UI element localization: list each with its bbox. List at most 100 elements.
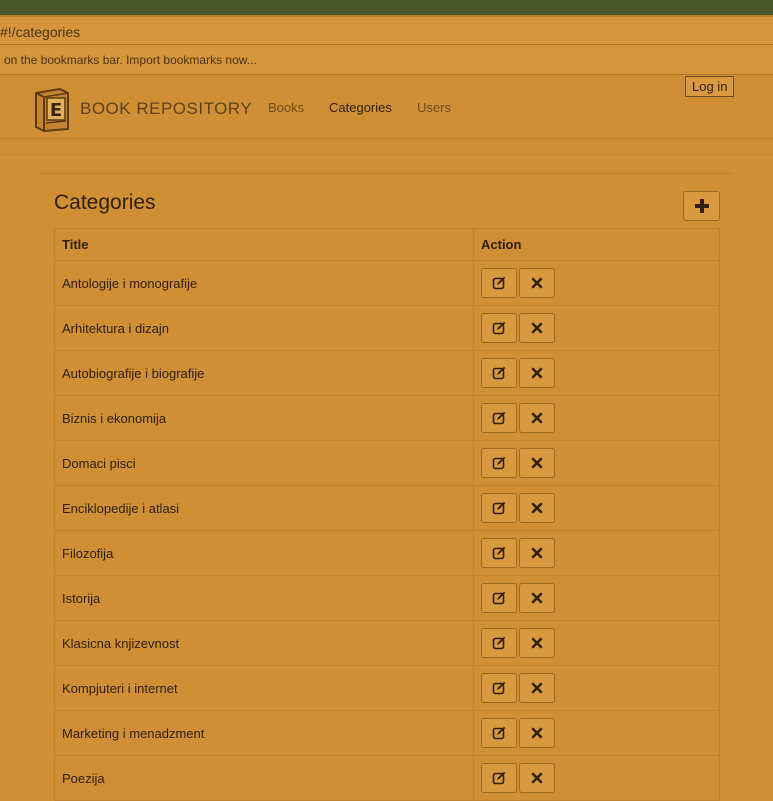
row-actions bbox=[473, 665, 720, 711]
row-actions bbox=[473, 710, 720, 756]
table-row: Istorija bbox=[54, 575, 720, 621]
delete-icon bbox=[531, 547, 543, 559]
category-title: Arhitektura i dizajn bbox=[54, 305, 474, 351]
table-row: Arhitektura i dizajn bbox=[54, 305, 720, 351]
delete-button[interactable] bbox=[519, 673, 555, 703]
delete-icon bbox=[531, 592, 543, 604]
table-row: Domaci pisci bbox=[54, 440, 720, 486]
table-row: Marketing i menadzment bbox=[54, 710, 720, 756]
delete-button[interactable] bbox=[519, 403, 555, 433]
row-actions bbox=[473, 260, 720, 306]
address-url[interactable]: #!/categories bbox=[0, 24, 80, 40]
delete-icon bbox=[531, 727, 543, 739]
edit-icon bbox=[492, 591, 506, 605]
nav-link-categories[interactable]: Categories bbox=[329, 100, 392, 115]
table-row: Autobiografije i biografije bbox=[54, 350, 720, 396]
plus-icon bbox=[694, 199, 709, 213]
categories-table: Title Action Antologije i monografije Arh… bbox=[54, 228, 720, 801]
delete-icon bbox=[531, 412, 543, 424]
delete-button[interactable] bbox=[519, 268, 555, 298]
delete-icon bbox=[531, 367, 543, 379]
edit-icon bbox=[492, 636, 506, 650]
table-row: Biznis i ekonomija bbox=[54, 395, 720, 441]
add-category-button[interactable] bbox=[683, 191, 720, 221]
delete-button[interactable] bbox=[519, 628, 555, 658]
delete-icon bbox=[531, 637, 543, 649]
book-logo-icon[interactable]: E bbox=[30, 85, 74, 133]
edit-button[interactable] bbox=[481, 313, 517, 343]
delete-button[interactable] bbox=[519, 583, 555, 613]
divider bbox=[40, 173, 733, 174]
category-title: Kompjuteri i internet bbox=[54, 665, 474, 711]
row-actions bbox=[473, 620, 720, 666]
delete-button[interactable] bbox=[519, 718, 555, 748]
edit-button[interactable] bbox=[481, 403, 517, 433]
delete-button[interactable] bbox=[519, 493, 555, 523]
edit-button[interactable] bbox=[481, 673, 517, 703]
edit-icon bbox=[492, 501, 506, 515]
table-row: Enciklopedije i atlasi bbox=[54, 485, 720, 531]
row-actions bbox=[473, 755, 720, 801]
edit-button[interactable] bbox=[481, 448, 517, 478]
edit-icon bbox=[492, 411, 506, 425]
row-actions bbox=[473, 485, 720, 531]
table-row: Antologije i monografije bbox=[54, 260, 720, 306]
delete-button[interactable] bbox=[519, 538, 555, 568]
delete-icon bbox=[531, 682, 543, 694]
row-actions bbox=[473, 305, 720, 351]
table-row: Kompjuteri i internet bbox=[54, 665, 720, 711]
bookmarks-bar: on the bookmarks bar. Import bookmarks n… bbox=[0, 45, 773, 75]
delete-icon bbox=[531, 772, 543, 784]
delete-button[interactable] bbox=[519, 313, 555, 343]
table-row: Filozofija bbox=[54, 530, 720, 576]
delete-button[interactable] bbox=[519, 763, 555, 793]
edit-icon bbox=[492, 771, 506, 785]
edit-button[interactable] bbox=[481, 358, 517, 388]
column-header-title: Title bbox=[54, 228, 474, 261]
category-title: Autobiografije i biografije bbox=[54, 350, 474, 396]
page-title: Categories bbox=[54, 191, 156, 214]
address-bar[interactable]: #!/categories bbox=[0, 15, 773, 45]
row-actions bbox=[473, 350, 720, 396]
table-row: Klasicna knjizevnost bbox=[54, 620, 720, 666]
edit-button[interactable] bbox=[481, 268, 517, 298]
category-title: Marketing i menadzment bbox=[54, 710, 474, 756]
edit-button[interactable] bbox=[481, 628, 517, 658]
column-header-action: Action bbox=[473, 228, 720, 261]
edit-button[interactable] bbox=[481, 583, 517, 613]
row-actions bbox=[473, 440, 720, 486]
bookmarks-message[interactable]: on the bookmarks bar. Import bookmarks n… bbox=[4, 53, 257, 67]
category-title: Klasicna knjizevnost bbox=[54, 620, 474, 666]
login-button[interactable]: Log in bbox=[685, 76, 735, 97]
edit-button[interactable] bbox=[481, 718, 517, 748]
delete-button[interactable] bbox=[519, 448, 555, 478]
edit-button[interactable] bbox=[481, 538, 517, 568]
edit-button[interactable] bbox=[481, 493, 517, 523]
category-title: Enciklopedije i atlasi bbox=[54, 485, 474, 531]
row-actions bbox=[473, 530, 720, 576]
edit-icon bbox=[492, 456, 506, 470]
browser-top-strip bbox=[0, 0, 773, 15]
delete-icon bbox=[531, 322, 543, 334]
edit-icon bbox=[492, 726, 506, 740]
delete-icon bbox=[531, 277, 543, 289]
delete-icon bbox=[531, 457, 543, 469]
nav-link-books[interactable]: Books bbox=[268, 100, 304, 115]
row-actions bbox=[473, 575, 720, 621]
category-title: Filozofija bbox=[54, 530, 474, 576]
nav-link-users[interactable]: Users bbox=[417, 100, 451, 115]
divider bbox=[0, 154, 773, 155]
category-title: Domaci pisci bbox=[54, 440, 474, 486]
edit-icon bbox=[492, 321, 506, 335]
delete-icon bbox=[531, 502, 543, 514]
edit-button[interactable] bbox=[481, 763, 517, 793]
category-title: Antologije i monografije bbox=[54, 260, 474, 306]
app-navbar: E BOOK REPOSITORY Books Categories Users… bbox=[0, 75, 773, 139]
delete-button[interactable] bbox=[519, 358, 555, 388]
edit-icon bbox=[492, 276, 506, 290]
brand-name[interactable]: BOOK REPOSITORY bbox=[80, 99, 252, 119]
category-title: Poezija bbox=[54, 755, 474, 801]
row-actions bbox=[473, 395, 720, 441]
edit-icon bbox=[492, 546, 506, 560]
edit-icon bbox=[492, 366, 506, 380]
